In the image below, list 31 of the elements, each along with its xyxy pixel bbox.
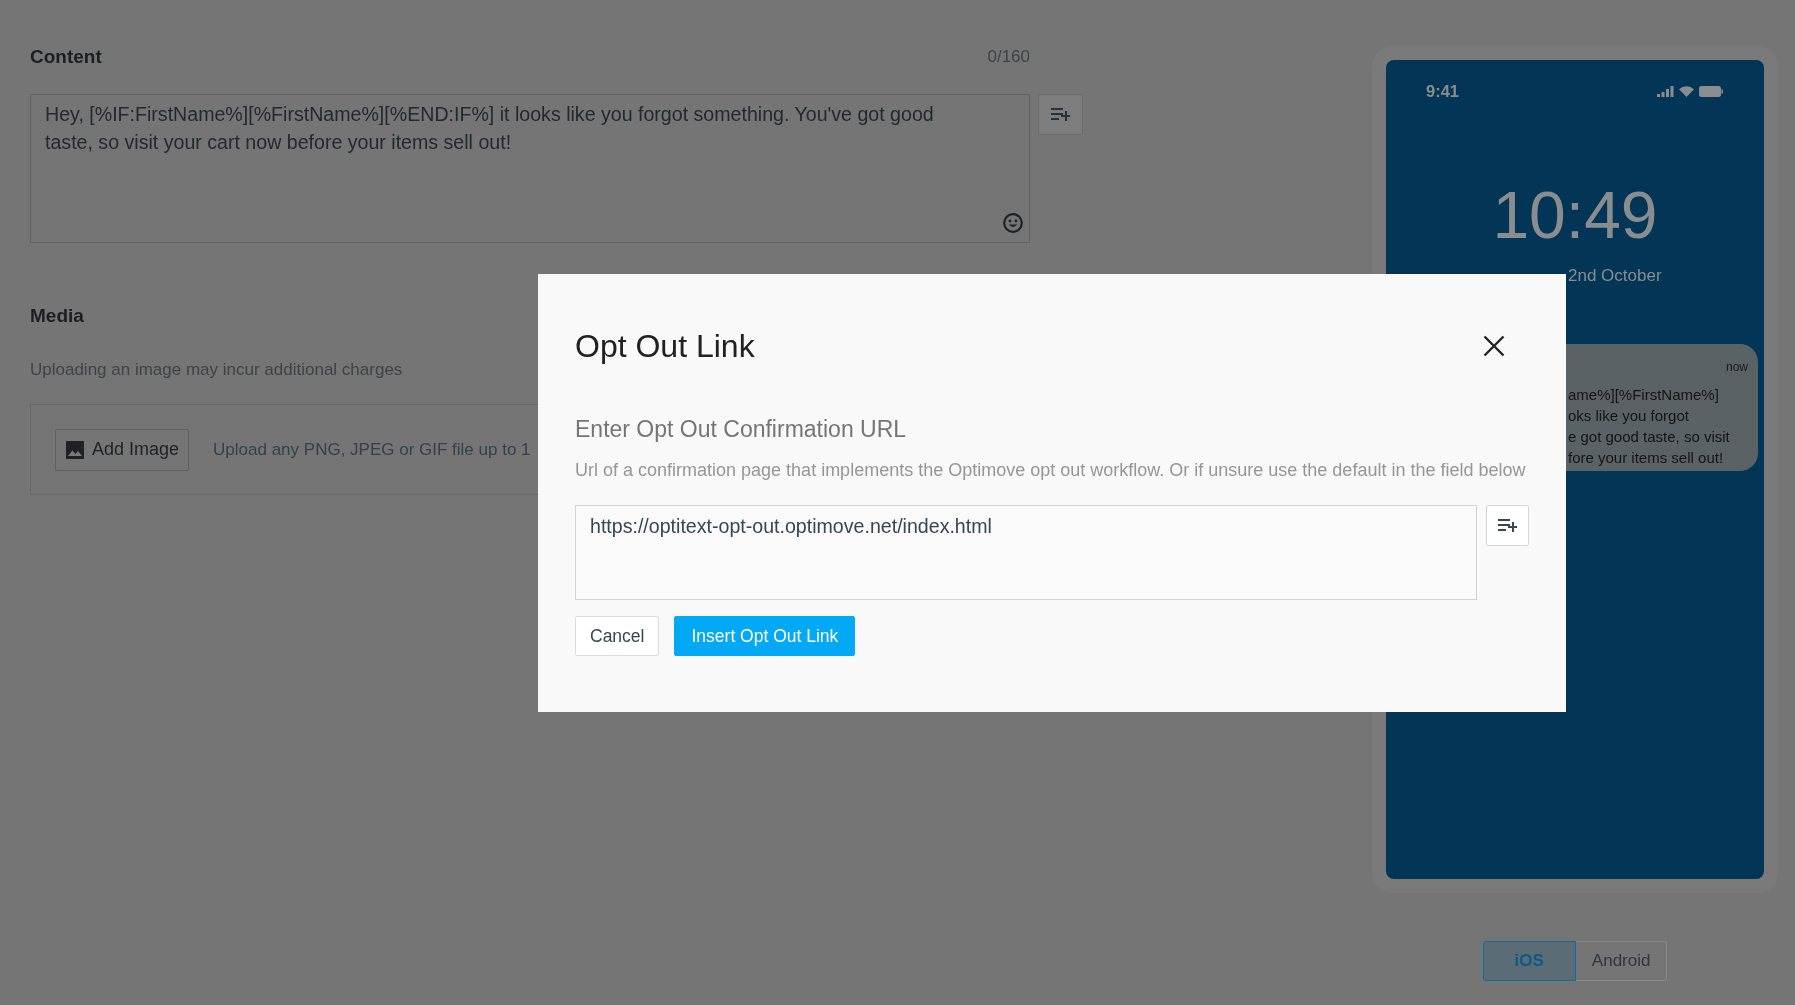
close-button[interactable]	[1483, 335, 1505, 357]
image-icon	[66, 440, 84, 459]
dialog-heading: Enter Opt Out Confirmation URL	[575, 415, 908, 443]
lock-screen-date: 2nd October	[1568, 266, 1662, 286]
platform-tab[interactable]: Android	[1575, 941, 1668, 981]
url-field[interactable]: https://optitext-opt-out.optimove.net/index.html	[575, 505, 1477, 600]
notification-text: e got good taste, so visit	[1568, 427, 1731, 447]
close-icon	[1483, 335, 1505, 357]
notification-text: ame%][%FirstName%]	[1568, 385, 1720, 405]
insert-field-button[interactable]	[1038, 94, 1083, 135]
list-plus-icon	[1051, 108, 1070, 121]
status-time: 9:41	[1426, 81, 1460, 101]
wifi-icon	[1679, 85, 1694, 97]
battery-icon	[1699, 85, 1723, 97]
signal-icon	[1657, 85, 1674, 97]
dialog-title: Opt Out Link	[575, 327, 755, 366]
message-field[interactable]: Hey, [%IF:FirstName%][%FirstName%][%END:IF%] it looks like you forgot something. You've got good taste, so visit your cart now before your items sell out!	[30, 94, 1030, 243]
notification-text: fore your items sell out!	[1568, 448, 1725, 468]
notification-text: oks like you forgot	[1568, 406, 1690, 426]
notification-time: now	[1725, 359, 1748, 375]
dialog-description: Url of a confirmation page that implements the Optimove opt out workflow. Or if unsure use the default in the field below	[575, 459, 1527, 481]
list-plus-icon	[1498, 519, 1517, 532]
insert-link-button[interactable]: Insert Opt Out Link	[674, 616, 856, 656]
media-label: Media	[30, 304, 84, 328]
smiley-icon[interactable]	[1003, 213, 1023, 233]
upload-note: Upload any PNG, JPEG or GIF file up to 1	[213, 439, 531, 460]
add-image-button[interactable]: Add Image	[55, 428, 190, 471]
character-counter: 0/160	[987, 47, 1030, 67]
lock-screen-clock: 10:49	[1492, 182, 1658, 248]
cancel-button[interactable]: Cancel	[575, 616, 660, 656]
content-label: Content	[30, 45, 102, 69]
